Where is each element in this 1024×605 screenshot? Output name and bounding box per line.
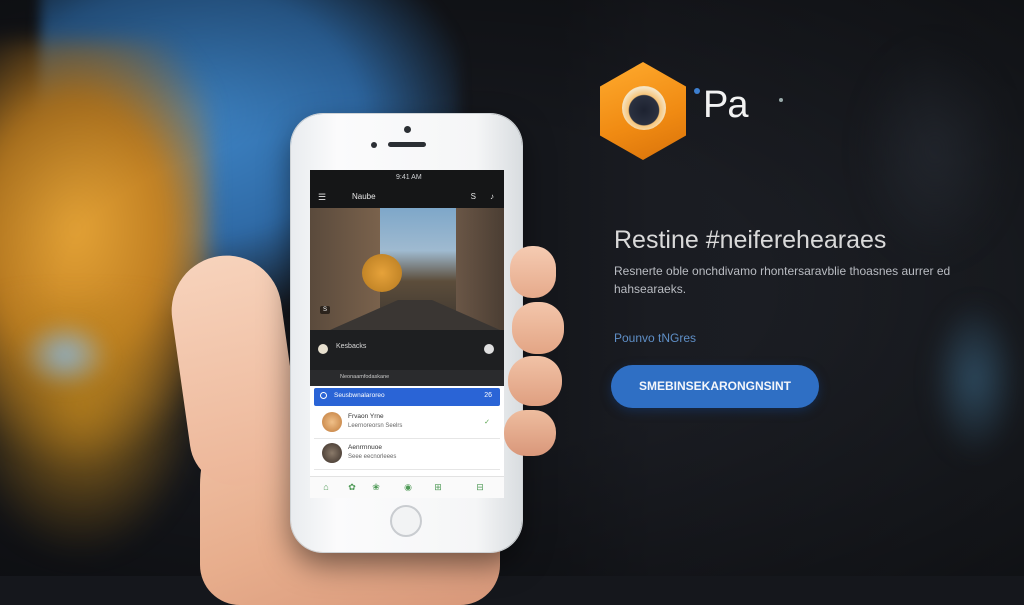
gallery-tab-icon[interactable]: ❀ bbox=[368, 482, 384, 493]
finger-1 bbox=[510, 246, 556, 298]
hexagon-logo-icon bbox=[600, 62, 686, 160]
search-bar[interactable]: Seusbwnalaroreo 26 bbox=[314, 388, 500, 406]
front-camera bbox=[404, 126, 411, 133]
smartphone: 9:41 AM ☰ Naube S ♪ S Kesbacks Neonaamfo… bbox=[291, 114, 522, 552]
street-tree bbox=[362, 254, 402, 292]
menu-tab-icon[interactable]: ⊟ bbox=[472, 482, 488, 493]
search-icon[interactable]: S bbox=[471, 186, 476, 208]
brand-name: Pa bbox=[703, 84, 748, 126]
search-text: Seusbwnalaroreo bbox=[334, 392, 385, 399]
headline: Restine #neiferehearaes bbox=[614, 226, 887, 254]
cta-button[interactable]: SMEBINSEKARONGNSINT bbox=[611, 365, 819, 408]
item-meta: Leernoreorsn Seelrs bbox=[348, 423, 403, 429]
shop-tab-icon[interactable]: ⊞ bbox=[430, 482, 446, 493]
brand-dot bbox=[694, 88, 700, 94]
earpiece-speaker bbox=[388, 142, 426, 147]
sub-header: Neonaamfodaskane bbox=[310, 370, 504, 386]
logo-emblem bbox=[622, 86, 666, 130]
search-date: 26 bbox=[484, 392, 492, 399]
secondary-link[interactable]: Pounvo tNGres bbox=[614, 331, 696, 345]
check-icon: ✓ bbox=[484, 419, 490, 426]
app-bar: ☰ Naube S ♪ bbox=[310, 186, 504, 208]
tab-bar: ⌂ ✿ ❀ ◉ ⊞ ⊟ bbox=[310, 476, 504, 498]
list-item[interactable]: Frvaon Yrne Leernoreorsn Seelrs ✓ bbox=[314, 408, 500, 439]
section-icon bbox=[318, 344, 328, 354]
section-header[interactable]: Kesbacks bbox=[310, 330, 504, 370]
avatar bbox=[322, 443, 342, 463]
phone-screen: 9:41 AM ☰ Naube S ♪ S Kesbacks Neonaamfo… bbox=[310, 170, 504, 498]
sub-label: Neonaamfodaskane bbox=[340, 374, 390, 380]
search-icon bbox=[320, 392, 327, 399]
app-logo bbox=[600, 62, 690, 162]
building-right bbox=[456, 208, 504, 330]
finger-4 bbox=[504, 410, 556, 456]
item-meta: Seee eecnorleees bbox=[348, 454, 397, 460]
hero-badge: S bbox=[320, 306, 331, 314]
notification-icon[interactable]: ♪ bbox=[490, 186, 494, 208]
item-name: Frvaon Yrne bbox=[348, 413, 384, 420]
section-label: Kesbacks bbox=[336, 343, 367, 350]
menu-icon[interactable]: ☰ bbox=[318, 186, 326, 208]
finger-3 bbox=[508, 356, 562, 406]
home-button[interactable] bbox=[390, 505, 422, 537]
sensor bbox=[371, 142, 377, 148]
thumb bbox=[164, 248, 306, 492]
avatar bbox=[322, 412, 342, 432]
camera-tab-icon[interactable]: ◉ bbox=[400, 482, 416, 493]
status-time: 9:41 AM bbox=[396, 174, 422, 181]
explore-tab-icon[interactable]: ✿ bbox=[344, 482, 360, 493]
profile-icon[interactable] bbox=[484, 344, 494, 354]
app-title: Naube bbox=[352, 192, 376, 201]
status-bar: 9:41 AM bbox=[310, 170, 504, 186]
list-item[interactable]: Aenrrnnuoe Seee eecnorleees bbox=[314, 439, 500, 470]
description: Resnerte oble onchdivamo rhontersaravbli… bbox=[614, 264, 951, 296]
hero-image-street[interactable]: S bbox=[310, 208, 504, 330]
brand-dot-small bbox=[779, 98, 783, 102]
finger-2 bbox=[512, 302, 564, 354]
item-name: Aenrrnnuoe bbox=[348, 444, 382, 451]
home-tab-icon[interactable]: ⌂ bbox=[318, 482, 334, 492]
